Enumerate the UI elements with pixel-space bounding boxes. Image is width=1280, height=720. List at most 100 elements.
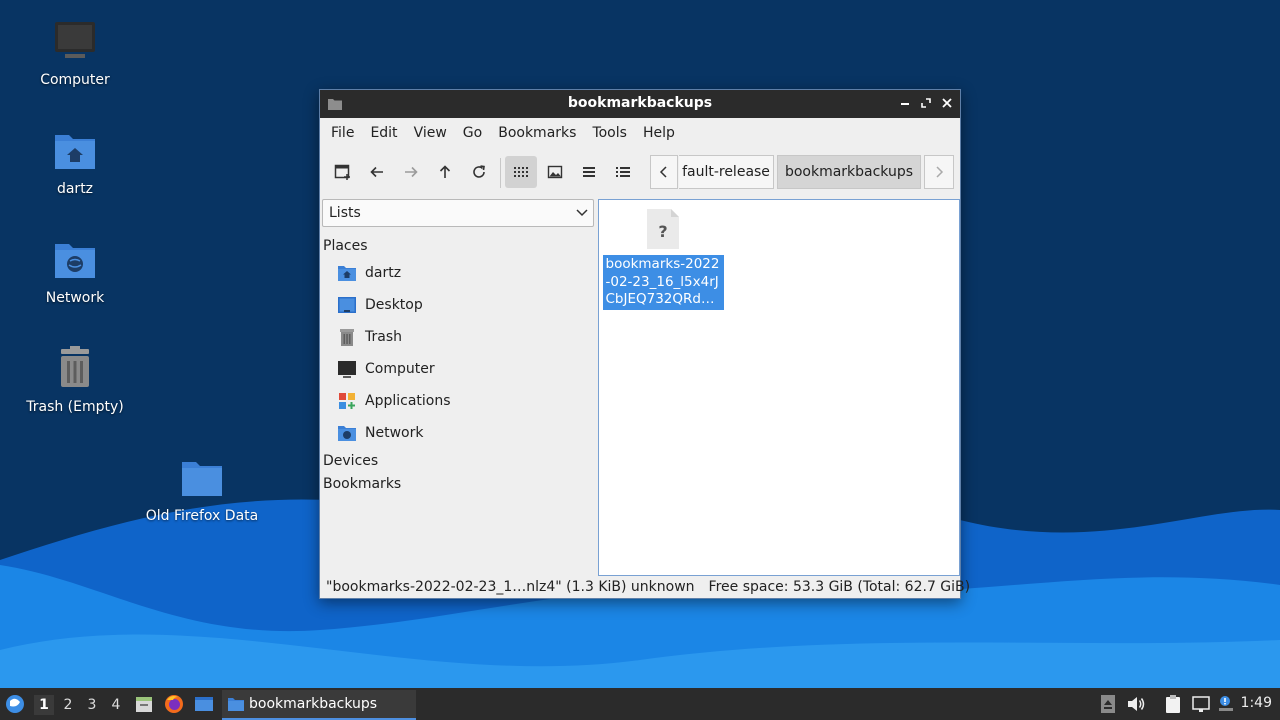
start-menu-icon bbox=[6, 695, 24, 713]
minimize-icon bbox=[901, 103, 909, 105]
volume-icon bbox=[1128, 697, 1145, 711]
workspace-1[interactable]: 1 bbox=[34, 695, 54, 715]
file-item[interactable]: ? bookmarks-2022-02-23_16_l5x4rJCbJEQ732… bbox=[602, 207, 724, 310]
firefox-icon bbox=[165, 695, 183, 713]
workspace-3[interactable]: 3 bbox=[82, 695, 102, 715]
detailed-list-icon bbox=[616, 167, 630, 177]
home-folder-icon bbox=[337, 263, 357, 283]
network-wired-icon bbox=[1192, 696, 1210, 712]
forward-button[interactable] bbox=[395, 156, 427, 188]
folder-icon bbox=[182, 462, 222, 496]
maximize-icon bbox=[921, 98, 931, 108]
place-label: dartz bbox=[365, 265, 402, 281]
side-pane-mode-select[interactable]: Lists bbox=[322, 199, 594, 227]
taskbar-window-button[interactable]: bookmarkbackups bbox=[222, 690, 416, 720]
workspace-4[interactable]: 4 bbox=[106, 695, 126, 715]
menu-tools[interactable]: Tools bbox=[587, 121, 638, 145]
window-titlebar[interactable]: bookmarkbackups bbox=[320, 90, 960, 118]
maximize-button[interactable] bbox=[916, 94, 936, 114]
path-label: fault-release bbox=[682, 164, 770, 180]
menu-view[interactable]: View bbox=[409, 121, 458, 145]
tray-updates[interactable] bbox=[1097, 693, 1119, 715]
place-trash[interactable]: Trash bbox=[337, 323, 402, 351]
menu-bookmarks[interactable]: Bookmarks bbox=[493, 121, 587, 145]
compact-view-button[interactable] bbox=[573, 156, 605, 188]
place-computer[interactable]: Computer bbox=[337, 355, 435, 383]
devices-heading[interactable]: Devices bbox=[323, 453, 378, 469]
compact-list-icon bbox=[583, 167, 595, 177]
reload-button[interactable] bbox=[463, 156, 495, 188]
taskbar-window-label: bookmarkbackups bbox=[249, 696, 378, 712]
tray-network[interactable] bbox=[1190, 693, 1212, 715]
trash-icon bbox=[61, 346, 89, 387]
arrow-up-icon bbox=[439, 165, 451, 178]
menu-edit[interactable]: Edit bbox=[365, 121, 408, 145]
desktop: Computer dartz Network Trash (Empty) Old… bbox=[0, 0, 1280, 688]
place-applications[interactable]: Applications bbox=[337, 387, 451, 415]
applications-icon bbox=[337, 391, 357, 411]
place-label: Trash bbox=[365, 329, 402, 345]
menu-file[interactable]: File bbox=[326, 121, 365, 145]
path-button-current[interactable]: bookmarkbackups bbox=[777, 155, 921, 189]
new-tab-button[interactable] bbox=[327, 156, 359, 188]
chevron-right-icon bbox=[936, 166, 944, 178]
status-free-space: Free space: 53.3 GiB (Total: 62.7 GiB) bbox=[708, 579, 971, 595]
tray-clipboard[interactable] bbox=[1162, 693, 1184, 715]
grid-view-icon bbox=[514, 167, 528, 177]
place-label: Network bbox=[365, 425, 424, 441]
path-label: bookmarkbackups bbox=[784, 164, 914, 180]
place-label: Applications bbox=[365, 393, 451, 409]
desktop-icon-label: Network bbox=[45, 290, 105, 306]
places-heading[interactable]: Places bbox=[323, 238, 368, 254]
up-button[interactable] bbox=[429, 156, 461, 188]
icon-view-button[interactable] bbox=[505, 156, 537, 188]
close-button[interactable] bbox=[937, 94, 957, 114]
chevron-down-icon bbox=[576, 209, 588, 217]
back-button[interactable] bbox=[361, 156, 393, 188]
menu-go[interactable]: Go bbox=[458, 121, 493, 145]
place-desktop[interactable]: Desktop bbox=[337, 291, 423, 319]
file-view[interactable]: ? bookmarks-2022-02-23_16_l5x4rJCbJEQ732… bbox=[598, 199, 960, 576]
thumbnail-view-button[interactable] bbox=[539, 156, 571, 188]
desktop-icon-trash[interactable]: Trash (Empty) bbox=[10, 345, 140, 415]
app-menu-button[interactable] bbox=[4, 693, 26, 715]
clock[interactable]: 1:49 bbox=[1241, 695, 1272, 711]
network-folder-icon bbox=[55, 244, 95, 278]
desktop-icon-old-firefox-data[interactable]: Old Firefox Data bbox=[137, 454, 267, 524]
toolbar-separator bbox=[500, 158, 501, 188]
folder-icon bbox=[228, 698, 244, 711]
desktop-icon-label: Computer bbox=[40, 72, 110, 88]
desktop-icon bbox=[337, 295, 357, 315]
tray-volume[interactable] bbox=[1125, 693, 1147, 715]
desktop-icon-dartz[interactable]: dartz bbox=[10, 127, 140, 197]
path-scroll-right-button[interactable] bbox=[924, 155, 954, 189]
path-scroll-left-button[interactable] bbox=[650, 155, 678, 189]
place-network[interactable]: Network bbox=[337, 419, 423, 447]
new-tab-icon bbox=[334, 164, 350, 180]
show-desktop-button[interactable] bbox=[193, 693, 215, 715]
firefox-launcher[interactable] bbox=[163, 693, 185, 715]
taskbar: 1 2 3 4 bookmarkbackups 1:49 bbox=[0, 688, 1280, 720]
place-dartz[interactable]: dartz bbox=[337, 259, 401, 287]
desktop-icon-label: Old Firefox Data bbox=[145, 508, 259, 524]
place-label: Desktop bbox=[365, 297, 423, 313]
home-folder-icon bbox=[55, 135, 95, 169]
place-label: Computer bbox=[365, 361, 435, 377]
tray-notification[interactable] bbox=[1215, 693, 1237, 715]
detailed-view-button[interactable] bbox=[607, 156, 639, 188]
trash-icon bbox=[337, 327, 357, 347]
side-pane-mode-value: Lists bbox=[329, 205, 361, 221]
desktop-icon-network[interactable]: Network bbox=[10, 236, 140, 306]
desktop-icon-label: dartz bbox=[56, 181, 94, 197]
menu-help[interactable]: Help bbox=[638, 121, 686, 145]
workspace-2[interactable]: 2 bbox=[58, 695, 78, 715]
path-button-parent[interactable]: fault-release bbox=[679, 155, 774, 189]
bookmarks-heading[interactable]: Bookmarks bbox=[323, 476, 401, 492]
eject-icon bbox=[1101, 695, 1115, 713]
desktop-icon-computer[interactable]: Computer bbox=[10, 18, 140, 88]
file-manager-launcher[interactable] bbox=[133, 693, 155, 715]
close-icon bbox=[942, 98, 952, 108]
network-icon bbox=[337, 423, 357, 443]
menubar: File Edit View Go Bookmarks Tools Help bbox=[320, 118, 960, 148]
minimize-button[interactable] bbox=[895, 94, 915, 114]
